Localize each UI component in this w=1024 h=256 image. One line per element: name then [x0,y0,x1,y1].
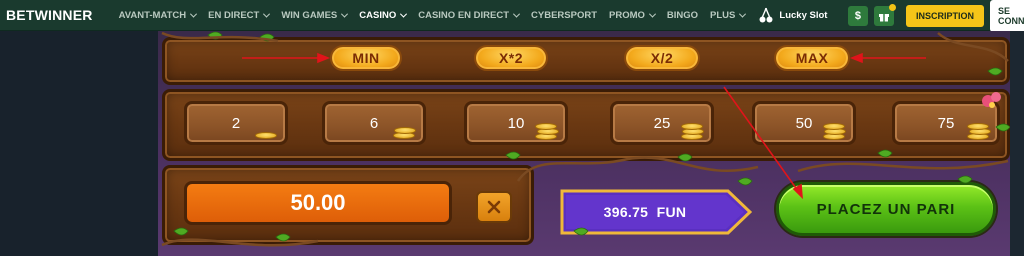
menu-item-bingo[interactable]: BINGO [661,0,704,31]
chevron-down-icon [341,10,349,18]
coin-stack-icon [535,122,559,140]
multiplier-row [162,37,1010,85]
menu-label: WIN GAMES [281,9,338,21]
menu-label: CASINO [359,9,397,21]
chip-value: 6 [369,114,379,132]
nav-actions: $ INSCRIPTION SE CONNECTER [847,0,1024,32]
half-button[interactable]: X/2 [624,45,700,71]
gift-icon[interactable] [873,3,896,26]
chip-50[interactable]: 50 [752,101,856,145]
coin-stack-icon [393,122,417,140]
lucky-slot-label: Lucky Slot [779,9,828,21]
menu-label: CYBERSPORT [531,9,598,21]
chip-value: 2 [231,114,241,132]
menu-label: AVANT-MATCH [118,9,187,21]
menu-item-promo[interactable]: PROMO [603,0,661,31]
menu-item-casino-en-direct[interactable]: CASINO EN DIRECT [412,0,525,31]
top-navbar: BETWINNER AVANT-MATCH EN DIRECT WIN GAME… [0,0,1024,32]
menu-label: PLUS [710,9,736,21]
chip-value: 50 [795,114,813,132]
login-button[interactable]: SE CONNECTER [990,0,1024,32]
clear-bet-button[interactable] [476,191,512,223]
balance-text: 396.75 FUN [560,187,730,237]
menu-label: PROMO [609,9,645,21]
chip-25[interactable]: 25 [610,101,714,145]
chip-10[interactable]: 10 [464,101,568,145]
menu-item-avant-match[interactable]: AVANT-MATCH [113,0,203,31]
chevron-down-icon [648,10,656,18]
chevron-down-icon [263,10,271,18]
menu-item-en-direct[interactable]: EN DIRECT [202,0,275,31]
notification-dot [888,3,896,11]
gift-icon-glyph [878,13,889,21]
menu-label: CASINO EN DIRECT [418,9,510,21]
coin-stack-icon [255,122,279,140]
bet-amount-field[interactable]: 50.00 [184,181,452,225]
menu-label: BINGO [666,9,699,21]
chip-value: 25 [653,114,671,132]
menu-label: EN DIRECT [208,9,260,21]
close-icon [487,200,501,214]
chip-75[interactable]: 75 [892,101,1000,145]
coin-stack-icon [967,122,991,140]
main-menu: AVANT-MATCH EN DIRECT WIN GAMES CASINO C… [113,0,827,31]
max-button[interactable]: MAX [774,45,850,71]
place-bet-button[interactable]: PLACEZ UN PARI [776,182,996,236]
dollar-icon[interactable]: $ [847,5,868,26]
coin-stack-icon [823,122,847,140]
right-edge-area [1010,31,1024,256]
balance-display: 396.75 FUN [560,187,752,237]
coin-stack-icon [681,122,705,140]
lucky-slot-link[interactable]: Lucky Slot [759,7,827,23]
betwinner-logo[interactable]: BETWINNER [6,7,93,23]
chevron-down-icon [739,10,747,18]
menu-item-win-games[interactable]: WIN GAMES [275,0,353,31]
chip-value: 10 [507,114,525,132]
menu-item-casino[interactable]: CASINO [353,0,412,31]
chip-value: 75 [937,114,955,132]
left-sidebar-area [0,31,158,256]
min-button[interactable]: MIN [330,45,402,71]
menu-item-plus[interactable]: PLUS [704,0,751,31]
chip-2[interactable]: 2 [184,101,288,145]
menu-item-cybersport[interactable]: CYBERSPORT [525,0,603,31]
slot-game-panel: MIN X*2 X/2 MAX 2 6 10 25 50 75 50.00 39… [158,31,1010,256]
double-button[interactable]: X*2 [474,45,548,71]
chevron-down-icon [400,10,408,18]
cherry-icon [759,7,773,23]
balance-currency: FUN [656,204,687,220]
chip-row [162,89,1010,161]
chevron-down-icon [512,10,521,18]
balance-value: 396.75 [603,204,649,220]
chevron-down-icon [190,10,198,18]
chip-6[interactable]: 6 [322,101,426,145]
register-button[interactable]: INSCRIPTION [905,4,984,27]
